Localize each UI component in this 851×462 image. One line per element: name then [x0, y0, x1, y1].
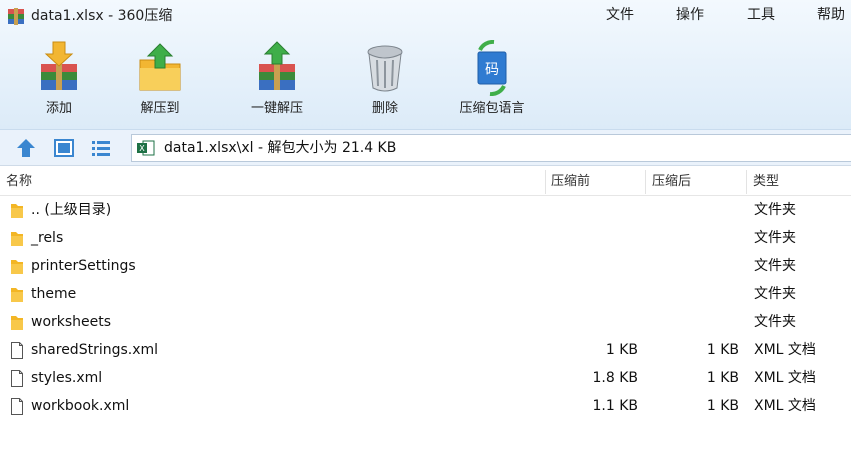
file-size-before: 1.8 KB [592, 370, 639, 386]
file-type: 文件夹 [754, 258, 796, 274]
extract-folder-icon [139, 43, 181, 91]
file-name: styles.xml [31, 370, 103, 386]
svg-text:X: X [139, 144, 145, 153]
file-row[interactable]: sharedStrings.xml 1 KB 1 KB XML 文档 [0, 336, 851, 364]
column-name[interactable]: 名称 [6, 174, 32, 190]
column-divider[interactable] [645, 170, 646, 194]
file-row[interactable]: theme 文件夹 [0, 280, 851, 308]
menu-file[interactable]: 文件 [606, 5, 634, 25]
file-size-after: 1 KB [706, 398, 739, 414]
add-button[interactable]: 添加 [13, 40, 105, 122]
file-icon [11, 342, 23, 359]
folder-icon [11, 204, 23, 218]
delete-label: 删除 [371, 101, 398, 116]
column-divider[interactable] [545, 170, 546, 194]
menu-operation[interactable]: 操作 [676, 5, 704, 25]
language-icon: 码 [477, 40, 507, 96]
file-name: sharedStrings.xml [31, 342, 159, 358]
file-row[interactable]: .. (上级目录) 文件夹 [0, 196, 851, 224]
one-click-extract-button[interactable]: 一键解压 [231, 40, 323, 122]
address-bar: X data1.xlsx\xl - 解包大小为 21.4 KB [0, 130, 851, 166]
file-row[interactable]: printerSettings 文件夹 [0, 252, 851, 280]
folder-icon [11, 316, 23, 330]
path-field[interactable]: X data1.xlsx\xl - 解包大小为 21.4 KB [131, 134, 851, 162]
file-name: .. (上级目录) [31, 202, 112, 218]
window-title: data1.xlsx - 360压缩 [31, 8, 173, 24]
file-row[interactable]: workbook.xml 1.1 KB 1 KB XML 文档 [0, 392, 851, 420]
column-divider[interactable] [746, 170, 747, 194]
file-type: 文件夹 [754, 314, 796, 330]
up-arrow-icon[interactable] [15, 137, 37, 159]
file-row[interactable]: styles.xml 1.8 KB 1 KB XML 文档 [0, 364, 851, 392]
add-label: 添加 [45, 101, 72, 116]
list-view-icon[interactable] [90, 137, 112, 159]
file-size-after: 1 KB [706, 370, 739, 386]
menu-tools[interactable]: 工具 [747, 5, 775, 25]
path-text: data1.xlsx\xl - 解包大小为 21.4 KB [164, 140, 397, 156]
column-type[interactable]: 类型 [753, 174, 779, 190]
thumbnail-view-icon[interactable] [53, 137, 75, 159]
menu-help[interactable]: 帮助 [817, 5, 845, 25]
file-name: workbook.xml [31, 398, 130, 414]
file-size-before: 1 KB [605, 342, 638, 358]
trash-icon [367, 45, 403, 92]
column-after[interactable]: 压缩后 [652, 174, 691, 190]
extract-to-label: 解压到 [140, 101, 180, 116]
one-click-extract-label: 一键解压 [250, 101, 303, 116]
file-name: _rels [31, 230, 64, 246]
toolbar-area: data1.xlsx - 360压缩 文件 操作 工具 帮助 添加 解压到 一键… [0, 0, 851, 130]
file-size-after: 1 KB [706, 342, 739, 358]
folder-icon [11, 288, 23, 302]
file-row[interactable]: worksheets 文件夹 [0, 308, 851, 336]
file-type: XML 文档 [754, 370, 816, 386]
delete-button[interactable]: 删除 [339, 40, 431, 122]
add-archive-icon [41, 41, 77, 90]
folder-icon [11, 232, 23, 246]
folder-icon [11, 260, 23, 274]
svg-text:码: 码 [485, 62, 499, 78]
file-type: XML 文档 [754, 398, 816, 414]
file-type: XML 文档 [754, 342, 816, 358]
file-name: printerSettings [31, 258, 136, 274]
file-icon [11, 398, 23, 415]
file-row[interactable]: _rels 文件夹 [0, 224, 851, 252]
archive-language-button[interactable]: 码 压缩包语言 [446, 40, 538, 122]
excel-file-icon: X [137, 140, 155, 156]
file-name: worksheets [31, 314, 112, 330]
file-type: 文件夹 [754, 286, 796, 302]
column-before[interactable]: 压缩前 [551, 174, 590, 190]
one-click-extract-icon [259, 41, 295, 90]
archive-language-label: 压缩包语言 [459, 101, 525, 116]
file-type: 文件夹 [754, 230, 796, 246]
file-size-before: 1.1 KB [592, 398, 639, 414]
file-type: 文件夹 [754, 202, 796, 218]
extract-to-button[interactable]: 解压到 [114, 40, 206, 122]
file-icon [11, 370, 23, 387]
column-header: 名称 压缩前 压缩后 类型 [0, 168, 851, 196]
file-name: theme [31, 286, 77, 302]
archive-app-icon [8, 8, 24, 25]
